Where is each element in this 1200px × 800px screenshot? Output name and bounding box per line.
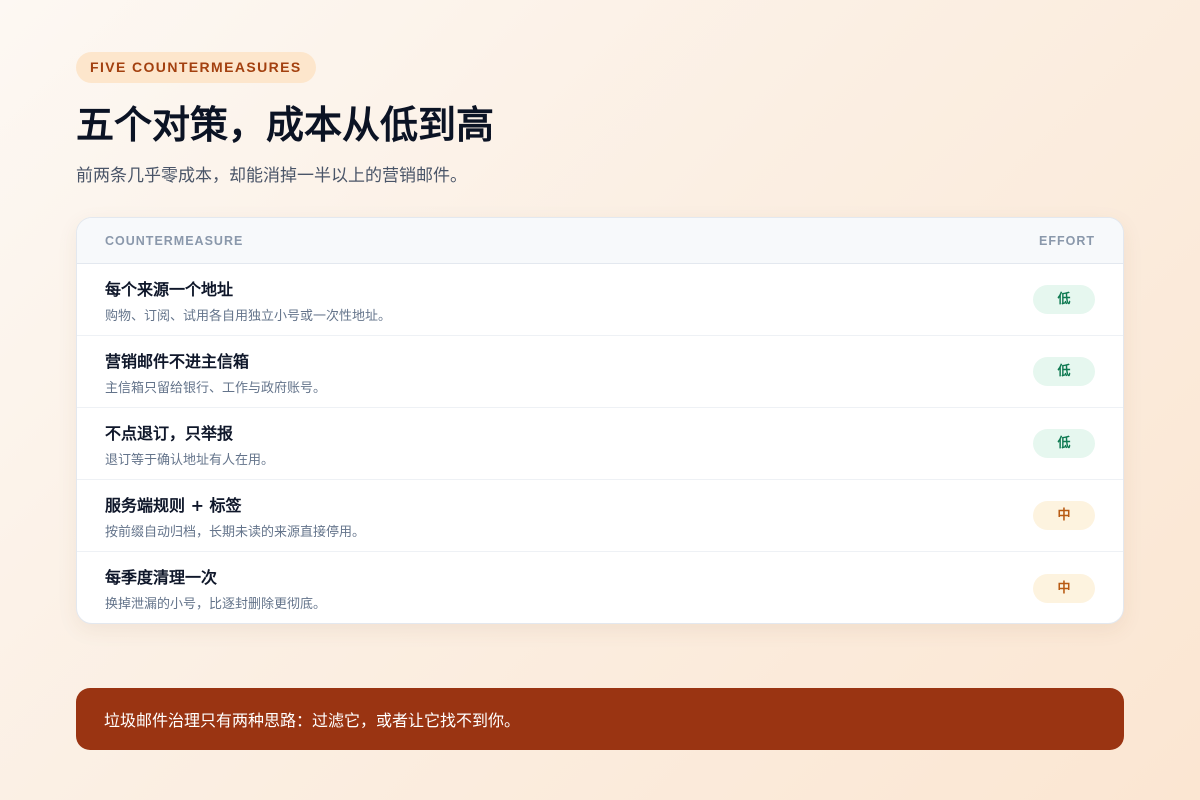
countermeasure-name: 每个来源一个地址: [105, 279, 234, 299]
header: FIVE COUNTERMEASURES 五个对策，成本从低到高 前两条几乎零成…: [76, 52, 1124, 186]
table-row: 每季度清理一次 换掉泄漏的小号，比逐封删除更彻底。 中: [77, 552, 1123, 623]
effort-badge: 中: [1033, 501, 1095, 530]
countermeasure-desc: 购物、订阅、试用各自用独立小号或一次性地址。: [105, 308, 392, 324]
countermeasure-name: 不点退订，只举报: [105, 423, 234, 443]
effort-badge: 低: [1033, 429, 1095, 458]
column-header-effort: EFFORT: [1039, 233, 1095, 248]
summary-banner-text: 垃圾邮件治理只有两种思路：过滤它，或者让它找不到你。: [104, 711, 521, 730]
page-title: 五个对策，成本从低到高: [76, 103, 495, 147]
table-row: 营销邮件不进主信箱 主信箱只留给银行、工作与政府账号。 低: [77, 336, 1123, 408]
row-text: 每个来源一个地址 购物、订阅、试用各自用独立小号或一次性地址。: [105, 276, 391, 324]
summary-banner: 垃圾邮件治理只有两种思路：过滤它，或者让它找不到你。: [76, 688, 1124, 750]
countermeasure-name: 每季度清理一次: [105, 568, 218, 587]
effort-badge: 中: [1033, 573, 1095, 603]
countermeasure-desc: 退订等于确认地址有人在用。: [105, 452, 275, 468]
effort-badge: 低: [1033, 357, 1095, 386]
countermeasure-name: 营销邮件不进主信箱: [105, 351, 250, 371]
table-header: COUNTERMEASURE EFFORT: [77, 218, 1123, 264]
countermeasure-name: 服务端规则 + 标签: [105, 495, 242, 515]
row-text: 不点退订，只举报 退订等于确认地址有人在用。: [105, 420, 274, 468]
page-subtitle: 前两条几乎零成本，却能消掉一半以上的营销邮件。: [76, 165, 467, 186]
row-text: 每季度清理一次 换掉泄漏的小号，比逐封删除更彻底。: [105, 564, 326, 612]
table-row: 不点退订，只举报 退订等于确认地址有人在用。 低: [77, 408, 1123, 480]
table-row: 每个来源一个地址 购物、订阅、试用各自用独立小号或一次性地址。 低: [77, 264, 1123, 336]
countermeasure-desc: 换掉泄漏的小号，比逐封删除更彻底。: [105, 597, 327, 612]
column-header-countermeasure: COUNTERMEASURE: [105, 233, 244, 248]
table-row: 服务端规则 + 标签 按前缀自动归档，长期未读的来源直接停用。 中: [77, 480, 1123, 552]
row-text: 营销邮件不进主信箱 主信箱只留给银行、工作与政府账号。: [105, 348, 326, 396]
countermeasure-desc: 主信箱只留给银行、工作与政府账号。: [105, 380, 327, 396]
row-text: 服务端规则 + 标签 按前缀自动归档，长期未读的来源直接停用。: [105, 492, 365, 540]
effort-badge: 低: [1033, 285, 1095, 314]
countermeasure-desc: 按前缀自动归档，长期未读的来源直接停用。: [105, 524, 366, 540]
countermeasures-table: COUNTERMEASURE EFFORT 每个来源一个地址 购物、订阅、试用各…: [76, 217, 1124, 624]
eyebrow-tag: FIVE COUNTERMEASURES: [76, 52, 316, 83]
